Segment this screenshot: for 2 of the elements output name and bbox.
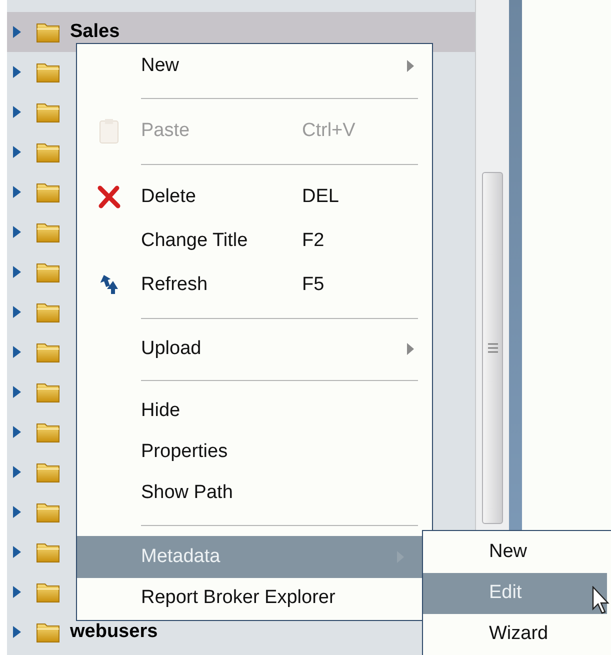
folder-label: Sales — [70, 20, 120, 44]
folder-label: webusers — [70, 620, 158, 644]
